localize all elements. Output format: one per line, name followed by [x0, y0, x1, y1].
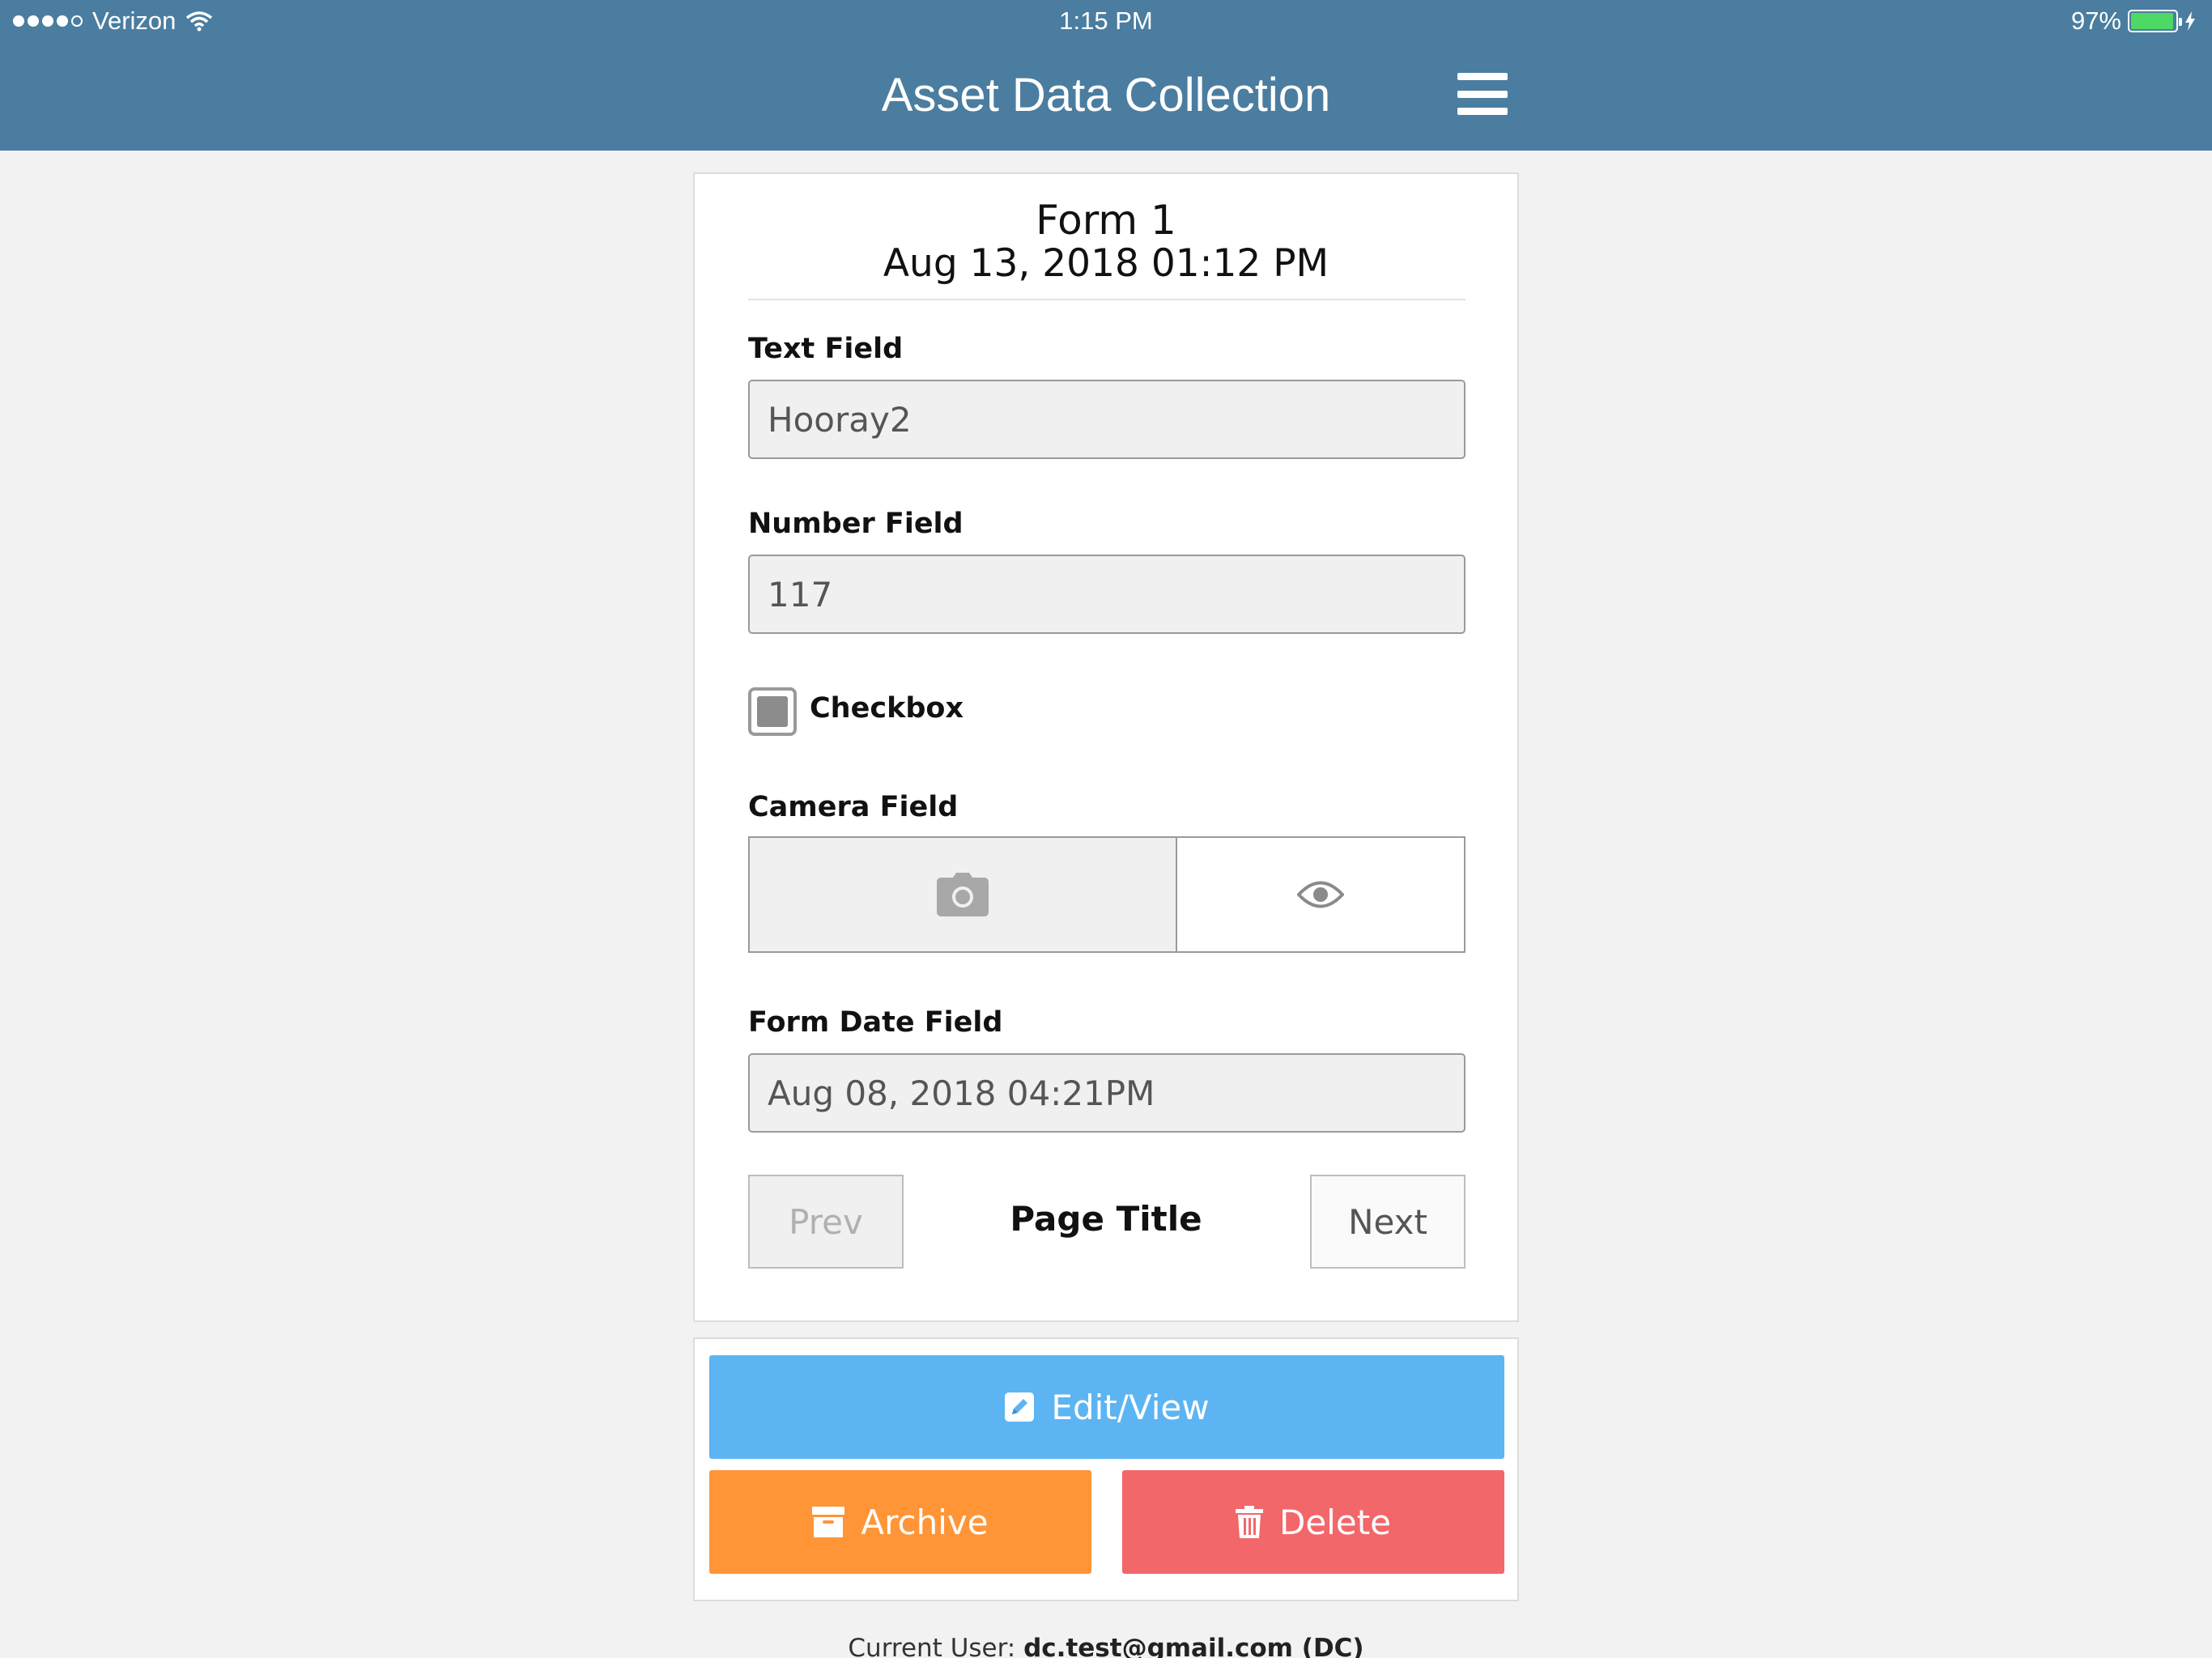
- edit-icon: [1005, 1392, 1035, 1422]
- next-button[interactable]: Next: [1310, 1175, 1465, 1269]
- camera-icon: [937, 873, 989, 916]
- delete-label: Delete: [1279, 1502, 1391, 1542]
- status-bar: Verizon 1:15 PM 97%: [0, 0, 2212, 44]
- battery-percent: 97%: [2070, 6, 2121, 35]
- actions-panel: Edit/View Archive Delete: [693, 1337, 1519, 1601]
- camera-field: [748, 836, 1465, 953]
- divider: [748, 299, 1465, 300]
- form-title: Form 1: [1036, 197, 1176, 244]
- form-card: Form 1 Aug 13, 2018 01:12 PM Text Field …: [693, 172, 1519, 1322]
- status-time: 1:15 PM: [1059, 6, 1153, 35]
- archive-button[interactable]: Archive: [709, 1470, 1091, 1574]
- checkbox[interactable]: [748, 687, 797, 736]
- current-user-prefix: Current User:: [848, 1634, 1016, 1658]
- trash-icon: [1236, 1506, 1263, 1538]
- checkbox-label: Checkbox: [810, 692, 964, 725]
- battery-icon: [2128, 10, 2182, 32]
- eye-icon: [1297, 881, 1344, 908]
- checkbox-checked-mark: [757, 696, 788, 727]
- current-user-email: dc.test@gmail.com (DC): [1023, 1634, 1364, 1658]
- camera-button[interactable]: [750, 838, 1177, 951]
- edit-view-label: Edit/View: [1051, 1387, 1210, 1427]
- archive-label: Archive: [861, 1502, 989, 1542]
- text-field-input[interactable]: Hooray2: [748, 380, 1465, 459]
- archive-icon: [812, 1507, 845, 1537]
- number-field-input[interactable]: 117: [748, 555, 1465, 634]
- page-title: Page Title: [1010, 1199, 1202, 1239]
- camera-field-label: Camera Field: [748, 791, 959, 823]
- form-date-field-input[interactable]: Aug 08, 2018 04:21PM: [748, 1053, 1465, 1133]
- edit-view-button[interactable]: Edit/View: [709, 1355, 1504, 1459]
- number-field-label: Number Field: [748, 508, 963, 540]
- view-photo-button[interactable]: [1177, 838, 1464, 951]
- battery-fill: [2131, 13, 2174, 29]
- current-user-footer: Current User: dc.test@gmail.com (DC): [0, 1634, 2212, 1658]
- text-field-label: Text Field: [748, 333, 904, 365]
- form-date-field-label: Form Date Field: [748, 1006, 1003, 1039]
- menu-icon[interactable]: [1457, 73, 1508, 115]
- app-title: Asset Data Collection: [881, 69, 1331, 121]
- status-right: 97%: [2071, 6, 2196, 36]
- form-date: Aug 13, 2018 01:12 PM: [883, 241, 1329, 286]
- delete-button[interactable]: Delete: [1122, 1470, 1504, 1574]
- charging-bolt-icon: [2185, 11, 2195, 31]
- prev-button[interactable]: Prev: [748, 1175, 904, 1269]
